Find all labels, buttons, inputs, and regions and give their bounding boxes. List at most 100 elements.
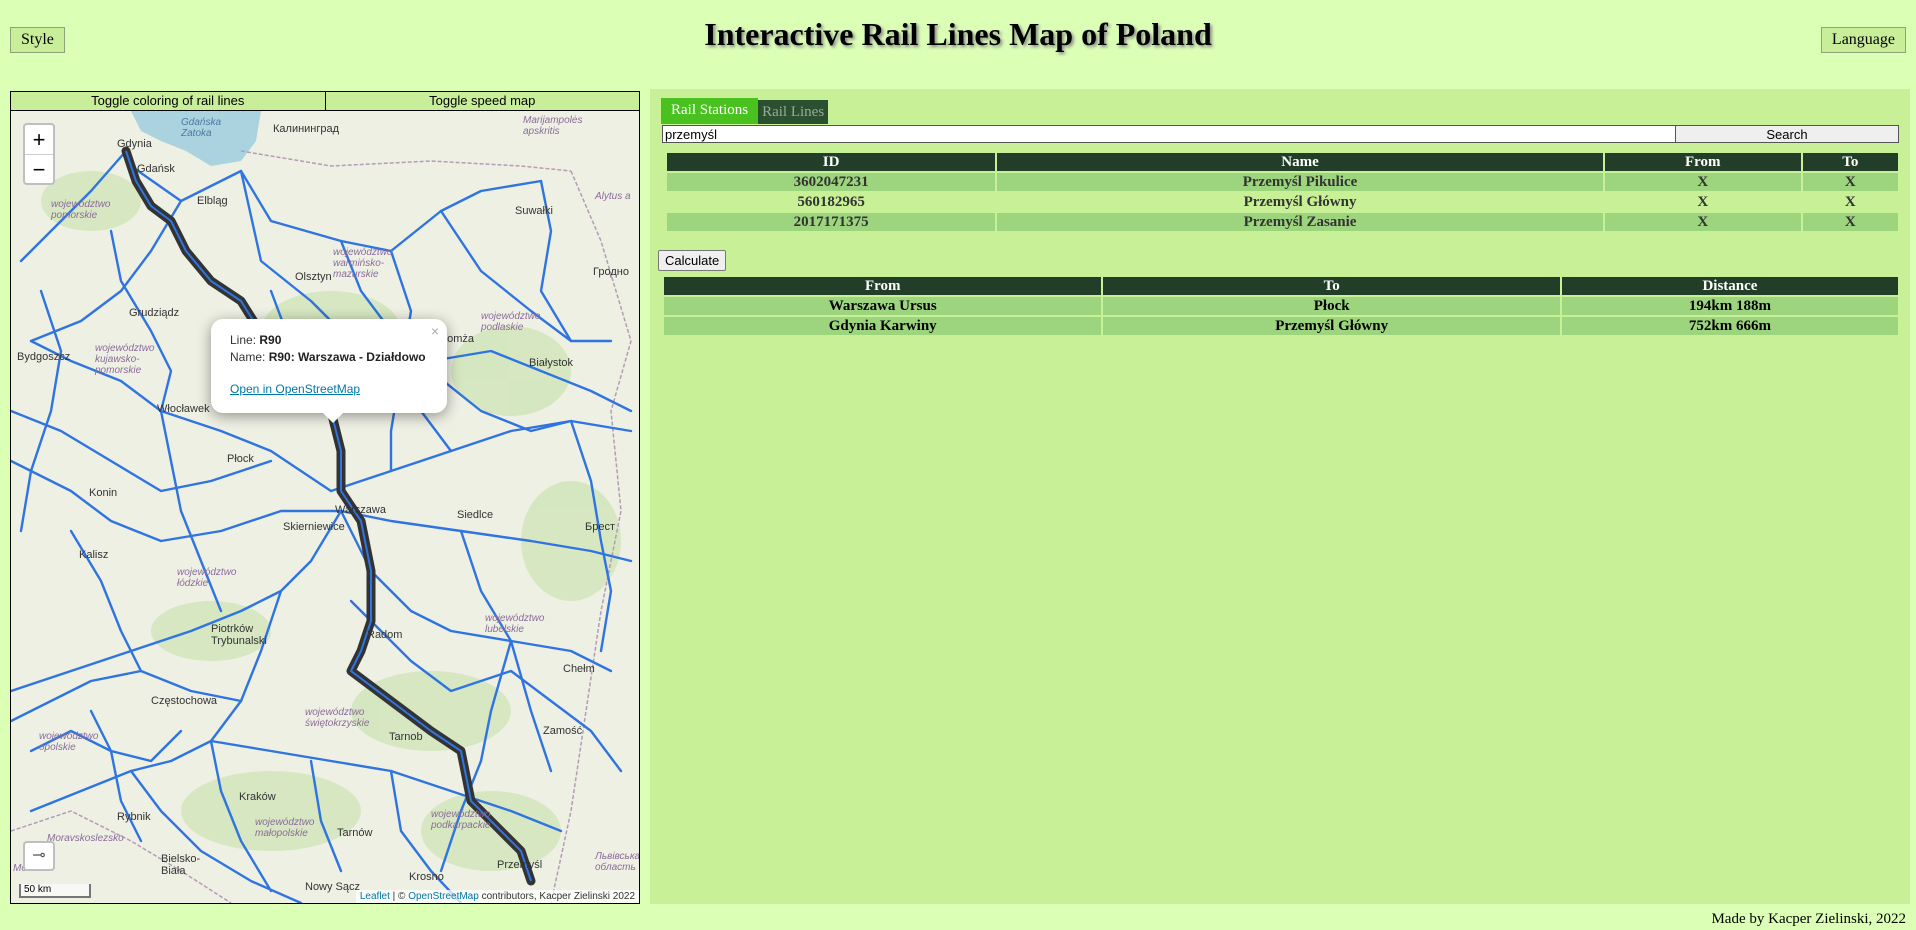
toggle-coloring-button[interactable]: Toggle coloring of rail lines xyxy=(11,92,325,110)
map-label: Калининград xyxy=(273,123,340,135)
map-label: Przemyśl xyxy=(497,859,543,871)
station-id: 3602047231 xyxy=(667,173,996,191)
map-label: Rybnik xyxy=(117,811,151,823)
station-name: Przemyśl Pikulice xyxy=(997,173,1603,191)
tab-rail-stations[interactable]: Rail Stations xyxy=(661,98,759,124)
column-header: From xyxy=(1604,153,1801,171)
zoom-in-button[interactable]: + xyxy=(25,125,53,154)
map-attribution: Leaflet | © OpenStreetMap contributors, … xyxy=(355,890,639,903)
column-header: To xyxy=(1103,277,1560,295)
search-input[interactable] xyxy=(662,125,1676,143)
column-header: To xyxy=(1802,153,1898,171)
map-label: Częstochowa xyxy=(151,695,218,707)
tab-rail-lines[interactable]: Rail Lines xyxy=(758,100,829,124)
route-distance: 194km 188m xyxy=(1561,297,1898,315)
routes-table: From To Distance Warszawa Ursus Płock 19… xyxy=(662,275,1900,337)
set-from-button[interactable]: X xyxy=(1604,213,1801,231)
map-label: województwo małopolskie xyxy=(255,817,315,839)
station-name: Przemyśl Zasanie xyxy=(997,213,1603,231)
scale-bar: 50 km xyxy=(19,884,91,898)
station-name: Przemyśl Główny xyxy=(997,193,1603,211)
stations-table: ID Name From To 3602047231 Przemyśl Piku… xyxy=(665,151,1900,233)
set-to-button[interactable]: X xyxy=(1802,193,1898,211)
route-from: Gdynia Karwiny xyxy=(664,317,1102,335)
popup-name: Name: R90: Warszawa - Działdowo xyxy=(230,349,428,366)
route-distance: 752km 666m xyxy=(1561,317,1898,335)
map-label: Moravskoslezsko xyxy=(47,833,124,844)
map-label: Gdańska Zatoka xyxy=(181,117,222,139)
table-header-row: ID Name From To xyxy=(667,153,1898,171)
language-button[interactable]: Language xyxy=(1820,27,1906,53)
set-from-button[interactable]: X xyxy=(1604,193,1801,211)
popup-line-label: Line: xyxy=(230,333,257,347)
map-label: województwo podlaskie xyxy=(481,311,541,333)
attribution-sep: | © xyxy=(389,891,409,902)
toggle-speed-map-button[interactable]: Toggle speed map xyxy=(324,92,639,110)
map-label: Tarnob xyxy=(389,731,423,743)
station-id: 2017171375 xyxy=(667,213,996,231)
map-label: województwo kujawsko-pomorskie xyxy=(95,343,155,376)
map-label: Włocławek xyxy=(157,403,210,415)
column-header: From xyxy=(664,277,1102,295)
column-header: Name xyxy=(997,153,1603,171)
line-popup: × Line: R90 Name: R90: Warszawa - Działd… xyxy=(211,319,447,423)
map-label: Siedlce xyxy=(457,509,494,521)
rail-map[interactable]: Калининград Marijampolės apskritis Gdańs… xyxy=(11,111,639,903)
search-row: Search xyxy=(662,125,1899,143)
map-label: Grudziądz xyxy=(129,307,180,319)
map-label: Tarnów xyxy=(337,827,373,839)
search-button[interactable]: Search xyxy=(1676,125,1899,143)
map-label: województwo podkarpackie xyxy=(431,809,491,831)
map-label: Radom xyxy=(367,629,403,641)
map-label: Bielsko-Biała xyxy=(161,853,201,877)
column-header: Distance xyxy=(1561,277,1898,295)
map-label: Гродно xyxy=(593,266,629,278)
table-row: 2017171375 Przemyśl Zasanie X X xyxy=(667,213,1898,231)
calculate-button[interactable]: Calculate xyxy=(658,250,727,271)
popup-line: Line: R90 xyxy=(230,332,428,349)
map-label: Białystok xyxy=(529,357,574,369)
open-in-osm-link[interactable]: Open in OpenStreetMap xyxy=(230,382,428,396)
map-label: Zamość xyxy=(543,725,583,737)
map-label: Alytus a xyxy=(595,191,631,202)
map-label: Nowy Sącz xyxy=(305,881,361,893)
map-label: Kalisz xyxy=(79,549,109,561)
map-label: Marijampolės apskritis xyxy=(523,115,583,137)
locate-icon[interactable]: ⊸ xyxy=(23,841,55,871)
leaflet-link[interactable]: Leaflet xyxy=(360,891,390,902)
osm-link[interactable]: OpenStreetMap xyxy=(408,891,479,902)
popup-line-value: R90 xyxy=(259,333,282,347)
map-label: Warszawa xyxy=(335,504,386,516)
map-label: Львівська область xyxy=(595,851,639,873)
map-label: województwo lubelskie xyxy=(485,613,545,635)
map-label: Kraków xyxy=(239,791,276,803)
table-row: Gdynia Karwiny Przemyśl Główny 752km 666… xyxy=(664,317,1898,335)
search-panel: Rail Stations Rail Lines Search ID Name … xyxy=(650,89,1910,904)
map-label: województwo opolskie xyxy=(39,731,99,753)
route-to: Przemyśl Główny xyxy=(1103,317,1560,335)
close-icon[interactable]: × xyxy=(431,323,439,339)
map-label: Suwałki xyxy=(515,205,553,217)
attribution-text: contributors, Kacper Zielinski 2022 xyxy=(478,891,635,902)
map-label: Krosno xyxy=(409,871,444,883)
map-label: Elbląg xyxy=(197,195,228,207)
map-label: Gdynia xyxy=(117,138,152,150)
map-label: województwo pomorskie xyxy=(51,199,111,221)
set-to-button[interactable]: X xyxy=(1802,173,1898,191)
table-row: 3602047231 Przemyśl Pikulice X X xyxy=(667,173,1898,191)
map-label: Chełm xyxy=(563,663,595,675)
map-label: Konin xyxy=(89,487,118,499)
tab-bar: Rail Stations Rail Lines xyxy=(661,98,829,124)
station-id: 560182965 xyxy=(667,193,996,211)
set-to-button[interactable]: X xyxy=(1802,213,1898,231)
zoom-control: + − xyxy=(23,123,55,185)
table-header-row: From To Distance xyxy=(664,277,1898,295)
map-panel: Toggle coloring of rail lines Toggle spe… xyxy=(10,91,640,904)
map-label: Płock xyxy=(227,453,254,465)
set-from-button[interactable]: X xyxy=(1604,173,1801,191)
zoom-out-button[interactable]: − xyxy=(25,154,53,183)
popup-name-label: Name: xyxy=(230,350,266,364)
map-label: województwo warmińsko-mazurskie xyxy=(333,247,393,280)
map-canvas[interactable] xyxy=(11,111,639,903)
page-title: Interactive Rail Lines Map of Poland xyxy=(704,16,1212,52)
